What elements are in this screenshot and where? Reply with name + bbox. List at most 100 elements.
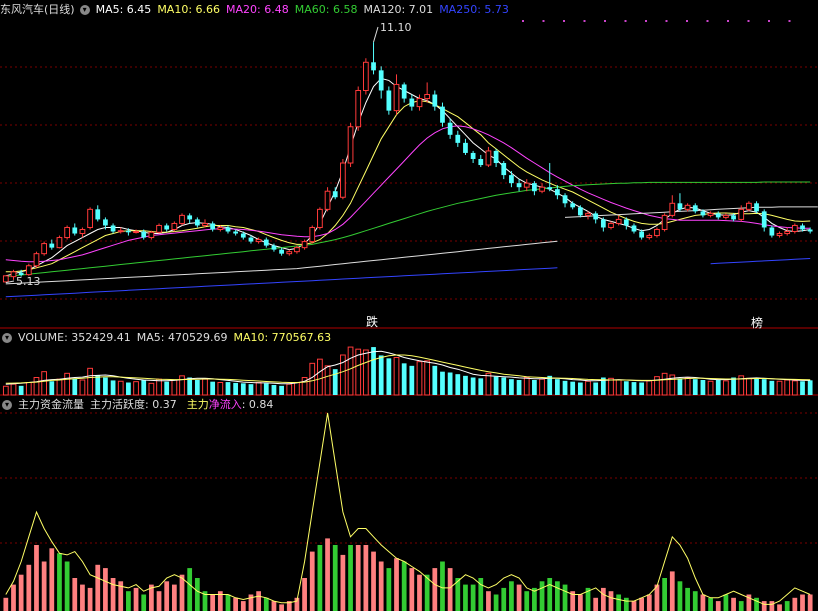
volume-ma5-label: MA5: 470529.69 bbox=[136, 331, 228, 344]
volume-bar bbox=[440, 371, 445, 395]
capital-bar bbox=[11, 584, 16, 611]
candle-body bbox=[509, 175, 514, 184]
capital-bar bbox=[263, 597, 269, 611]
chevron-down-icon[interactable]: ▾ bbox=[2, 400, 12, 410]
volume-bar bbox=[393, 357, 400, 396]
capital-bar bbox=[784, 601, 790, 611]
capital-bar bbox=[317, 545, 323, 611]
capital-bar bbox=[49, 548, 55, 611]
candle-body bbox=[179, 214, 185, 224]
volume-bar bbox=[485, 372, 492, 396]
capital-bar bbox=[401, 561, 407, 611]
top-dot bbox=[522, 20, 524, 22]
capital-bar bbox=[3, 597, 9, 611]
volume-bar bbox=[539, 378, 545, 396]
candle-body bbox=[126, 230, 131, 233]
candle-body bbox=[570, 203, 576, 208]
capital-bar bbox=[194, 578, 200, 611]
ma120-label: MA120: 7.01 bbox=[363, 3, 434, 16]
candle-body bbox=[440, 106, 445, 123]
volume-bar bbox=[684, 377, 691, 396]
volume-bar bbox=[416, 361, 423, 396]
volume-ma10-label: MA10: 770567.63 bbox=[233, 331, 332, 344]
volume-bar bbox=[700, 380, 706, 395]
chevron-down-icon[interactable]: ▾ bbox=[79, 5, 90, 15]
volume-bar bbox=[33, 377, 40, 396]
high-price-label: 11.10 bbox=[380, 21, 412, 34]
capital-bar bbox=[463, 584, 468, 611]
volume-bar bbox=[661, 372, 668, 396]
capital-bar bbox=[769, 601, 775, 611]
volume-bar bbox=[639, 382, 645, 395]
candle-body bbox=[731, 215, 736, 220]
volume-bar bbox=[562, 380, 568, 395]
candle-body bbox=[95, 209, 101, 220]
volume-bar bbox=[532, 380, 537, 395]
capital-bar bbox=[623, 597, 629, 611]
volume-panel-header: ▾ VOLUME: 352429.41 MA5: 470529.69 MA10: 77… bbox=[0, 330, 337, 346]
candle-body bbox=[555, 189, 560, 196]
candle-body bbox=[194, 219, 200, 226]
volume-bar bbox=[56, 378, 63, 396]
candle-body bbox=[784, 231, 791, 235]
top-dot bbox=[706, 20, 709, 22]
candle-body bbox=[294, 247, 300, 253]
top-dot bbox=[665, 20, 668, 22]
capital-bar bbox=[708, 597, 713, 611]
volume-bar bbox=[309, 362, 316, 396]
candle-body bbox=[600, 219, 606, 228]
candle-body bbox=[738, 208, 745, 220]
top-dot bbox=[686, 20, 688, 22]
inflow-prefix: 主力 bbox=[186, 398, 209, 411]
volume-bar bbox=[148, 382, 155, 396]
event-tag-1: 跌 bbox=[366, 314, 378, 329]
volume-bar bbox=[179, 375, 185, 396]
capital-bar bbox=[493, 594, 499, 611]
capital-bar bbox=[639, 597, 645, 611]
chevron-down-icon[interactable]: ▾ bbox=[2, 333, 12, 343]
volume-bar bbox=[570, 381, 576, 395]
volume-bar bbox=[800, 381, 805, 395]
ma-line-ma10 bbox=[5, 100, 811, 273]
capital-flow-chart bbox=[3, 412, 813, 611]
top-dot bbox=[583, 20, 586, 22]
candle-body bbox=[286, 251, 293, 255]
capital-bar bbox=[777, 604, 782, 611]
candle-body bbox=[210, 223, 216, 230]
candle-body bbox=[409, 98, 415, 107]
capital-bar bbox=[41, 561, 47, 611]
candle-body bbox=[72, 227, 78, 234]
capital-bar bbox=[631, 601, 637, 611]
capital-bar bbox=[378, 561, 384, 611]
inflow-highlight: 净流入 bbox=[208, 398, 242, 411]
ma20-label: MA20: 6.48 bbox=[226, 3, 289, 16]
candle-body bbox=[386, 90, 392, 111]
ma-line-ma250 bbox=[5, 267, 558, 298]
capital-bar bbox=[141, 594, 147, 611]
capital-bar bbox=[233, 597, 239, 611]
top-dot bbox=[542, 20, 545, 22]
volume-bar bbox=[271, 385, 277, 395]
volume-label: VOLUME: 352429.41 bbox=[18, 331, 131, 344]
low-price-label: 5.13 bbox=[16, 275, 41, 288]
candle-body bbox=[133, 231, 139, 234]
volume-bar bbox=[87, 367, 93, 396]
candle-body bbox=[623, 219, 629, 226]
candle-body bbox=[585, 212, 591, 216]
candle-body bbox=[516, 183, 522, 188]
capital-bar bbox=[256, 591, 261, 611]
volume-bar bbox=[18, 385, 24, 395]
candle-body bbox=[707, 212, 714, 216]
candle-body bbox=[791, 224, 798, 233]
capital-bar bbox=[332, 545, 338, 611]
capital-bar bbox=[516, 584, 522, 611]
volume-bar bbox=[141, 380, 147, 395]
capital-bar bbox=[126, 591, 131, 611]
activity-line bbox=[5, 412, 811, 605]
capital-bar bbox=[807, 594, 813, 611]
ma5-label: MA5: 6.45 bbox=[95, 3, 152, 16]
candle-body bbox=[470, 152, 476, 159]
volume-bar bbox=[362, 349, 369, 396]
volume-bar bbox=[164, 381, 170, 395]
ma-line-ma250 bbox=[710, 258, 811, 265]
